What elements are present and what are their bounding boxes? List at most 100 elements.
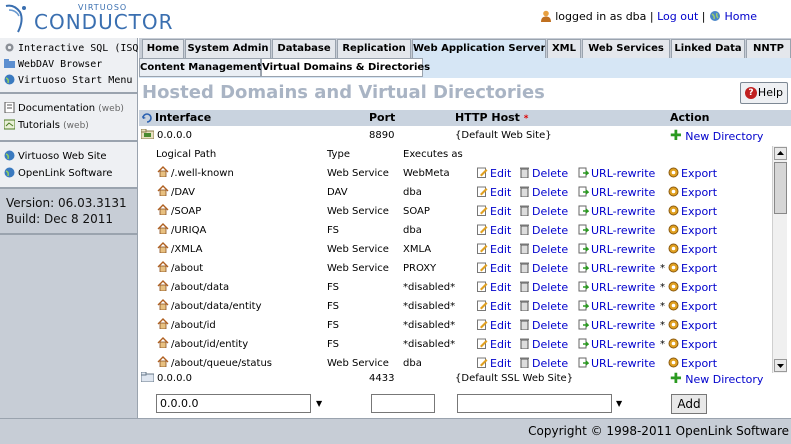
sidebar-item-webdav[interactable]: WebDAV Browser: [4, 57, 135, 73]
url-rewrite-link[interactable]: URL-rewrite: [578, 278, 655, 297]
refresh-icon[interactable]: [141, 112, 153, 124]
sidebar-item-start-menu[interactable]: Virtuoso Start Menu: [4, 73, 135, 89]
export-link[interactable]: Export: [668, 259, 717, 278]
home-link[interactable]: Home: [725, 10, 757, 23]
delete-link[interactable]: Delete: [519, 297, 568, 316]
chevron-down-icon[interactable]: ▼: [616, 399, 622, 408]
export-link[interactable]: Export: [668, 335, 717, 354]
edit-link[interactable]: Edit: [477, 335, 511, 354]
sidebar-item-tutorials[interactable]: Tutorials (web): [4, 117, 135, 134]
sidebar: Interactive SQL (ISQL) WebDAV Browser Vi…: [0, 38, 150, 418]
export-link[interactable]: Export: [668, 183, 717, 202]
url-rewrite-link[interactable]: URL-rewrite: [578, 221, 655, 240]
tab-xml[interactable]: XML: [547, 39, 581, 58]
export-label: Export: [681, 338, 718, 351]
http-host-select[interactable]: [457, 394, 612, 413]
folder-open-icon: [141, 129, 154, 139]
table-row: /SOAP Web Service SOAP Edit Delete URL-rewrit…: [155, 202, 772, 221]
edit-link[interactable]: Edit: [477, 202, 511, 221]
tab-system-admin[interactable]: System Admin: [185, 39, 271, 58]
export-link[interactable]: Export: [668, 316, 717, 335]
export-link[interactable]: Export: [668, 202, 717, 221]
tab-content-management[interactable]: Content Management: [139, 58, 262, 77]
tab-nntp[interactable]: NNTP: [746, 39, 791, 58]
version-info: Version: 06.03.3131 Build: Dec 8 2011: [0, 189, 137, 235]
edit-link[interactable]: Edit: [477, 164, 511, 183]
edit-link[interactable]: Edit: [477, 297, 511, 316]
new-directory-link[interactable]: ✚ New Directory: [670, 127, 763, 146]
sidebar-item-label: OpenLink Software: [18, 168, 113, 179]
url-rewrite-link[interactable]: URL-rewrite: [578, 316, 655, 335]
delete-link[interactable]: Delete: [519, 335, 568, 354]
table-row: /.well-known Web Service WebMeta Edit Delete…: [155, 164, 772, 183]
delete-link[interactable]: Delete: [519, 221, 568, 240]
sidebar-item-isql[interactable]: Interactive SQL (ISQL): [4, 41, 150, 57]
logo-wing-icon: [5, 4, 26, 33]
help-button[interactable]: ? Help: [740, 82, 788, 104]
directory-list-scrollbar[interactable]: [772, 146, 787, 373]
tab-virtual-domains[interactable]: Virtual Domains & Directories: [261, 58, 430, 77]
site-interface[interactable]: 0.0.0.0: [141, 370, 192, 388]
delete-link[interactable]: Delete: [519, 202, 568, 221]
tab-database[interactable]: Database: [272, 39, 336, 58]
trash-icon: [520, 300, 529, 311]
scroll-up-button[interactable]: [774, 147, 787, 160]
url-rewrite-link[interactable]: URL-rewrite: [578, 164, 655, 183]
delete-link[interactable]: Delete: [519, 278, 568, 297]
export-link[interactable]: Export: [668, 221, 717, 240]
url-rewrite-link[interactable]: URL-rewrite: [578, 259, 655, 278]
tutorial-icon: [4, 119, 15, 130]
url-rewrite-link[interactable]: URL-rewrite: [578, 335, 655, 354]
logical-path: /XMLA: [157, 240, 203, 259]
sub-tabs: Content Management Virtual Domains & Dir…: [139, 58, 791, 78]
export-label: Export: [681, 224, 718, 237]
add-button[interactable]: Add: [671, 394, 707, 414]
port-input[interactable]: [371, 394, 435, 413]
trash-icon: [520, 281, 529, 292]
tab-web-services[interactable]: Web Services: [582, 39, 670, 58]
delete-link[interactable]: Delete: [519, 164, 568, 183]
tab-home[interactable]: Home: [142, 39, 184, 58]
trash-icon: [520, 224, 529, 235]
new-directory-link[interactable]: ✚ New Directory: [670, 370, 763, 389]
table-header: Interface Port HTTP Host * Action: [139, 110, 791, 126]
url-rewrite-link[interactable]: URL-rewrite: [578, 183, 655, 202]
sidebar-item-openlink[interactable]: OpenLink Software: [4, 165, 135, 182]
export-link[interactable]: Export: [668, 164, 717, 183]
tab-linked-data[interactable]: Linked Data: [671, 39, 745, 58]
export-link[interactable]: Export: [668, 297, 717, 316]
sidebar-item-virtuoso-site[interactable]: Virtuoso Web Site: [4, 148, 135, 165]
main-tabs: Home System Admin Database Replication W…: [139, 38, 791, 58]
delete-link[interactable]: Delete: [519, 259, 568, 278]
sidebar-item-documentation[interactable]: Documentation (web): [4, 100, 135, 117]
column-header-http-host-label: HTTP Host: [455, 111, 520, 124]
delete-label: Delete: [532, 338, 569, 351]
edit-label: Edit: [490, 300, 512, 313]
delete-link[interactable]: Delete: [519, 316, 568, 335]
edit-link[interactable]: Edit: [477, 183, 511, 202]
logical-path-value: /about/id/entity: [171, 339, 249, 350]
edit-link[interactable]: Edit: [477, 316, 511, 335]
scroll-thumb[interactable]: [774, 162, 787, 214]
site-interface[interactable]: 0.0.0.0: [141, 127, 192, 145]
tab-web-application-server[interactable]: Web Application Server: [412, 39, 546, 58]
chevron-down-icon[interactable]: ▼: [316, 399, 322, 408]
export-icon: [668, 167, 679, 178]
export-link[interactable]: Export: [668, 278, 717, 297]
logout-link[interactable]: Log out: [657, 10, 698, 23]
interface-select[interactable]: 0.0.0.0: [156, 394, 311, 413]
edit-link[interactable]: Edit: [477, 221, 511, 240]
edit-link[interactable]: Edit: [477, 259, 511, 278]
sidebar-group-docs: Documentation (web) Tutorials (web): [0, 94, 137, 142]
tab-replication[interactable]: Replication: [337, 39, 411, 58]
delete-link[interactable]: Delete: [519, 240, 568, 259]
export-link[interactable]: Export: [668, 240, 717, 259]
url-rewrite-link[interactable]: URL-rewrite: [578, 240, 655, 259]
url-rewrite-link[interactable]: URL-rewrite: [578, 297, 655, 316]
dir-type: FS: [327, 320, 339, 331]
delete-link[interactable]: Delete: [519, 183, 568, 202]
edit-link[interactable]: Edit: [477, 240, 511, 259]
table-row: /about Web Service PROXY Edit Delete URL-rewr…: [155, 259, 772, 278]
url-rewrite-link[interactable]: URL-rewrite: [578, 202, 655, 221]
edit-link[interactable]: Edit: [477, 278, 511, 297]
